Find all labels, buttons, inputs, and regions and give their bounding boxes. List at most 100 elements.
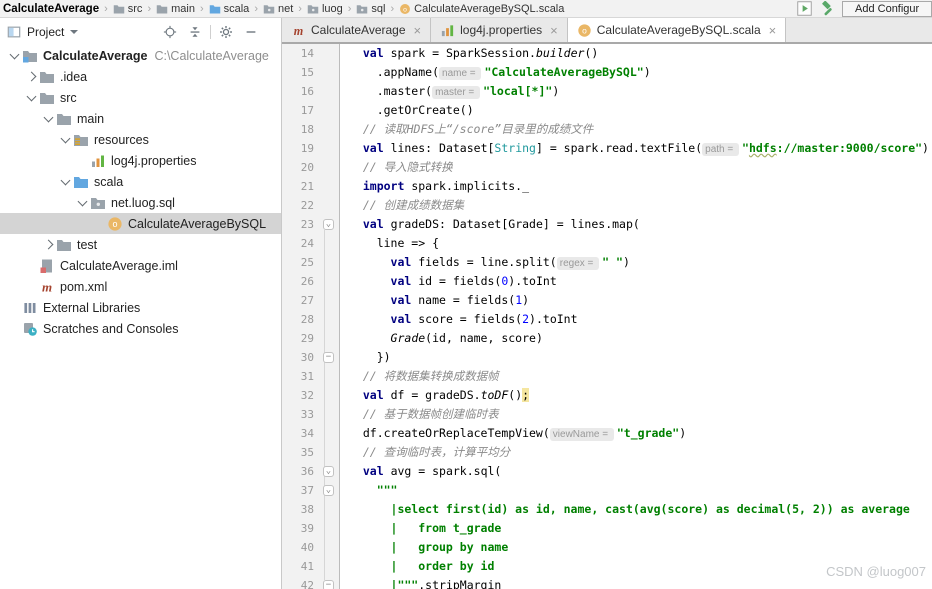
code-text: val fields = line.split(regex = " "): [390, 255, 630, 270]
fold-start-marker[interactable]: ⌄: [318, 215, 342, 234]
code-line-14[interactable]: 14 val spark = SparkSession.builder(): [282, 44, 932, 63]
code-line-36[interactable]: 36 ⌄ val avg = spark.sql(: [282, 462, 932, 481]
tree-item-scala[interactable]: scala: [0, 171, 281, 192]
code-line-19[interactable]: 19 val lines: Dataset[String] = spark.re…: [282, 139, 932, 158]
code-line-21[interactable]: 21 import spark.implicits._: [282, 177, 932, 196]
tab-calculateaverage[interactable]: m CalculateAverage ×: [282, 18, 432, 42]
settings-icon[interactable]: [219, 25, 233, 39]
breadcrumb-luog[interactable]: luog: [307, 3, 343, 15]
code-text: | from t_grade: [349, 521, 502, 535]
line-number: 32: [300, 389, 314, 402]
code-text: // 创建成绩数据集: [349, 198, 465, 212]
tree-item-src[interactable]: src: [0, 87, 281, 108]
chevron-down-icon[interactable]: [40, 112, 56, 122]
code-line-15[interactable]: 15 .appName(name = "CalculateAverageBySQ…: [282, 63, 932, 82]
chevron-right-icon[interactable]: [40, 239, 56, 250]
line-number: 14: [300, 47, 314, 60]
breadcrumb-label: src: [127, 2, 143, 15]
tab-log4j-properties[interactable]: log4j.properties ×: [431, 18, 568, 42]
chevron-down-icon[interactable]: [57, 133, 73, 143]
breadcrumb-sql[interactable]: sql: [356, 3, 385, 15]
fold-end-marker[interactable]: −: [318, 348, 342, 367]
code-line-23[interactable]: 23 ⌄ val gradeDS: Dataset[Grade] = lines.…: [282, 215, 932, 234]
editor-body[interactable]: 14 val spark = SparkSession.builder() 15 …: [282, 44, 932, 589]
fold-gutter: [318, 120, 342, 139]
fold-gutter: [318, 405, 342, 424]
code-line-28[interactable]: 28 val score = fields(2).toInt: [282, 310, 932, 329]
breadcrumb-src[interactable]: src: [113, 2, 143, 15]
breadcrumb-main[interactable]: main: [156, 3, 195, 15]
locate-icon[interactable]: [163, 25, 177, 39]
tree-item-test[interactable]: test: [0, 234, 281, 255]
code-line-29[interactable]: 29 Grade(id, name, score): [282, 329, 932, 348]
chevron-right-icon[interactable]: [23, 71, 39, 82]
breadcrumb-calculateaveragebysql-scala[interactable]: o CalculateAverageBySQL.scala: [399, 3, 564, 15]
code-line-24[interactable]: 24 line => {: [282, 234, 932, 253]
code-line-33[interactable]: 33 // 基于数据帧创建临时表: [282, 405, 932, 424]
code-line-40[interactable]: 40 | group by name: [282, 538, 932, 557]
tree-item-log4j-properties[interactable]: log4j.properties: [0, 150, 281, 171]
build-hammer-icon[interactable]: [819, 0, 835, 17]
scala-object-icon: o: [577, 23, 592, 38]
code-line-20[interactable]: 20 // 导入隐式转换: [282, 158, 932, 177]
folder-icon: [39, 69, 55, 85]
close-icon[interactable]: ×: [769, 24, 777, 37]
package-icon: [356, 3, 368, 15]
tab-calculateaveragebysql-scala[interactable]: o CalculateAverageBySQL.scala ×: [567, 18, 787, 42]
code-line-32[interactable]: 32 val df = gradeDS.toDF();: [282, 386, 932, 405]
code-text: val avg = spark.sql(: [362, 464, 502, 478]
code-line-26[interactable]: 26 val id = fields(0).toInt: [282, 272, 932, 291]
breadcrumb-calculateaverage[interactable]: CalculateAverage: [3, 3, 99, 15]
code-line-17[interactable]: 17 .getOrCreate(): [282, 101, 932, 120]
close-icon[interactable]: ×: [414, 24, 422, 37]
chevron-down-icon[interactable]: [6, 49, 22, 59]
code-line-34[interactable]: 34 df.createOrReplaceTempView(viewName =…: [282, 424, 932, 443]
tree-item-label: CalculateAverage.iml: [60, 258, 178, 273]
tree-item-net-luog-sql[interactable]: net.luog.sql: [0, 192, 281, 213]
tree-item-main[interactable]: main: [0, 108, 281, 129]
code-line-25[interactable]: 25 val fields = line.split(regex = " "): [282, 253, 932, 272]
run-button[interactable]: [797, 1, 812, 16]
fold-end-marker[interactable]: −: [318, 576, 342, 589]
code-line-16[interactable]: 16 .master(master = "local[*]"): [282, 82, 932, 101]
breadcrumb-net[interactable]: net: [263, 3, 293, 15]
code-line-37[interactable]: 37 ⌄ """: [282, 481, 932, 500]
code-text: val spark = SparkSession.builder(): [362, 46, 599, 60]
tree-item-calculateaverage-iml[interactable]: CalculateAverage.iml: [0, 255, 281, 276]
line-number: 27: [300, 294, 314, 307]
line-number: 40: [300, 541, 314, 554]
code-area[interactable]: 14 val spark = SparkSession.builder() 15 …: [282, 44, 932, 589]
chevron-down-icon[interactable]: [70, 29, 79, 34]
code-line-39[interactable]: 39 | from t_grade: [282, 519, 932, 538]
tree-item-scratches-and-consoles[interactable]: Scratches and Consoles: [0, 318, 281, 339]
line-number: 15: [300, 66, 314, 79]
tree-item-idea[interactable]: .idea: [0, 66, 281, 87]
code-line-31[interactable]: 31 // 将数据集转换成数据帧: [282, 367, 932, 386]
chevron-down-icon[interactable]: [74, 196, 90, 206]
code-text: // 将数据集转换成数据帧: [349, 369, 499, 383]
tree-item-external-libraries[interactable]: External Libraries: [0, 297, 281, 318]
chevron-down-icon[interactable]: [23, 91, 39, 101]
hide-icon[interactable]: [244, 25, 258, 39]
project-panel-title[interactable]: Project: [27, 25, 64, 39]
code-line-35[interactable]: 35 // 查询临时表，计算平均分: [282, 443, 932, 462]
add-configuration-button[interactable]: Add Configur: [842, 0, 932, 17]
tree-item-calculateaveragebysql[interactable]: o CalculateAverageBySQL: [0, 213, 281, 234]
code-text: line => {: [349, 236, 440, 250]
code-line-18[interactable]: 18 // 读取HDFS上“/score”目录里的成绩文件: [282, 120, 932, 139]
tree-item-calculateaverage[interactable]: CalculateAverage C:\CalculateAverage: [0, 45, 281, 66]
code-line-38[interactable]: 38 |select first(id) as id, name, cast(a…: [282, 500, 932, 519]
code-text: // 导入隐式转换: [349, 160, 453, 174]
close-icon[interactable]: ×: [550, 24, 558, 37]
line-number: 24: [300, 237, 314, 250]
fold-start-marker[interactable]: ⌄: [318, 462, 342, 481]
code-line-22[interactable]: 22 // 创建成绩数据集: [282, 196, 932, 215]
collapse-all-icon[interactable]: [188, 25, 202, 39]
tree-item-pom-xml[interactable]: m pom.xml: [0, 276, 281, 297]
chevron-down-icon[interactable]: [57, 175, 73, 185]
breadcrumb-scala[interactable]: scala: [209, 3, 249, 15]
code-line-27[interactable]: 27 val name = fields(1): [282, 291, 932, 310]
code-line-30[interactable]: 30− }): [282, 348, 932, 367]
tree-item-resources[interactable]: resources: [0, 129, 281, 150]
fold-start-marker[interactable]: ⌄: [318, 481, 342, 500]
